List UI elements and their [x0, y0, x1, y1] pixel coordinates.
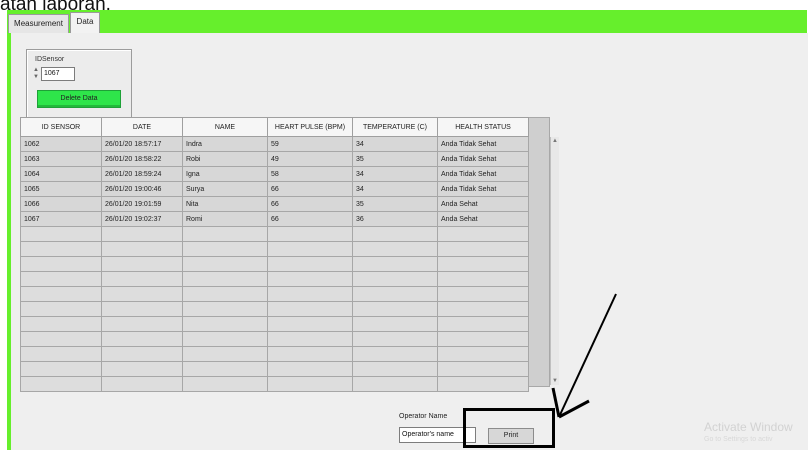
cell-temperature: 36	[352, 211, 438, 227]
tab-measurement[interactable]: Measurement	[8, 14, 69, 33]
id-sensor-label: IDSensor	[35, 56, 65, 63]
cell-name: Nita	[182, 196, 268, 212]
cell-health-status: Anda Tidak Sehat	[437, 151, 529, 167]
scroll-up-arrow-icon[interactable]: ▲	[551, 137, 559, 145]
cell-temperature: 35	[352, 196, 438, 212]
empty-row	[20, 271, 529, 287]
cell-id: 1064	[20, 166, 102, 182]
id-sensor-input[interactable]: 1067	[41, 67, 75, 81]
empty-row	[20, 376, 529, 392]
cell-id: 1062	[20, 136, 102, 152]
cell-heart-pulse: 49	[267, 151, 353, 167]
table-row[interactable]: 1067 26/01/20 19:02:37 Romi 66 36 Anda S…	[20, 211, 529, 227]
cell-date: 26/01/20 19:01:59	[101, 196, 183, 212]
cell-id: 1063	[20, 151, 102, 167]
spinner-icon[interactable]: ▲ ▼	[31, 67, 41, 81]
tab-data[interactable]: Data	[70, 12, 100, 34]
cell-health-status: Anda Tidak Sehat	[437, 181, 529, 197]
cell-id: 1065	[20, 181, 102, 197]
delete-data-button[interactable]: Delete Data	[37, 90, 121, 108]
cell-id: 1067	[20, 211, 102, 227]
cell-health-status: Anda Tidak Sehat	[437, 166, 529, 182]
header-heart-pulse: HEART PULSE (BPM)	[267, 117, 353, 137]
cell-health-status: Anda Sehat	[437, 211, 529, 227]
cell-heart-pulse: 66	[267, 196, 353, 212]
sensor-table: ID SENSOR DATE NAME HEART PULSE (BPM) TE…	[20, 117, 529, 392]
cell-name: Romi	[182, 211, 268, 227]
cell-name: Robi	[182, 151, 268, 167]
empty-row	[20, 286, 529, 302]
empty-row	[20, 331, 529, 347]
cell-heart-pulse: 66	[267, 181, 353, 197]
cell-health-status: Anda Tidak Sehat	[437, 136, 529, 152]
cell-date: 26/01/20 18:59:24	[101, 166, 183, 182]
empty-row	[20, 346, 529, 362]
cell-health-status: Anda Sehat	[437, 196, 529, 212]
empty-row	[20, 226, 529, 242]
activation-watermark-subtitle: Go to Settings to activ	[704, 436, 773, 443]
cell-date: 26/01/20 19:00:46	[101, 181, 183, 197]
cell-date: 26/01/20 18:58:22	[101, 151, 183, 167]
cell-heart-pulse: 59	[267, 136, 353, 152]
header-id-sensor: ID SENSOR	[20, 117, 102, 137]
activation-watermark-title: Activate Window	[704, 420, 793, 434]
data-panel: IDSensor ▲ ▼ 1067 Delete Data ID SENSOR D…	[11, 33, 808, 450]
operator-name-label: Operator Name	[399, 413, 448, 420]
empty-row	[20, 256, 529, 272]
empty-row	[20, 301, 529, 317]
table-scrollbar[interactable]: ▲ ▼	[550, 137, 559, 385]
cell-name: Indra	[182, 136, 268, 152]
cell-date: 26/01/20 19:02:37	[101, 211, 183, 227]
header-temperature: TEMPERATURE (C)	[352, 117, 438, 137]
cell-name: Igna	[182, 166, 268, 182]
empty-row	[20, 316, 529, 332]
header-name: NAME	[182, 117, 268, 137]
table-row[interactable]: 1063 26/01/20 18:58:22 Robi 49 35 Anda T…	[20, 151, 529, 167]
cell-date: 26/01/20 18:57:17	[101, 136, 183, 152]
cell-id: 1066	[20, 196, 102, 212]
header-date: DATE	[101, 117, 183, 137]
table-header-row: ID SENSOR DATE NAME HEART PULSE (BPM) TE…	[20, 117, 529, 137]
header-health-status: HEALTH STATUS	[437, 117, 529, 137]
cell-temperature: 35	[352, 151, 438, 167]
table-row[interactable]: 1062 26/01/20 18:57:17 Indra 59 34 Anda …	[20, 136, 529, 152]
cell-temperature: 34	[352, 181, 438, 197]
print-highlight-box	[463, 408, 555, 448]
table-row[interactable]: 1064 26/01/20 18:59:24 Igna 58 34 Anda T…	[20, 166, 529, 182]
empty-row	[20, 241, 529, 257]
empty-row	[20, 361, 529, 377]
cell-temperature: 34	[352, 166, 438, 182]
cell-heart-pulse: 58	[267, 166, 353, 182]
table-row[interactable]: 1066 26/01/20 19:01:59 Nita 66 35 Anda S…	[20, 196, 529, 212]
table-row[interactable]: 1065 26/01/20 19:00:46 Surya 66 34 Anda …	[20, 181, 529, 197]
id-sensor-group: IDSensor ▲ ▼ 1067 Delete Data	[26, 49, 132, 125]
cell-heart-pulse: 66	[267, 211, 353, 227]
cell-temperature: 34	[352, 136, 438, 152]
scroll-down-arrow-icon[interactable]: ▼	[551, 377, 559, 385]
cell-name: Surya	[182, 181, 268, 197]
